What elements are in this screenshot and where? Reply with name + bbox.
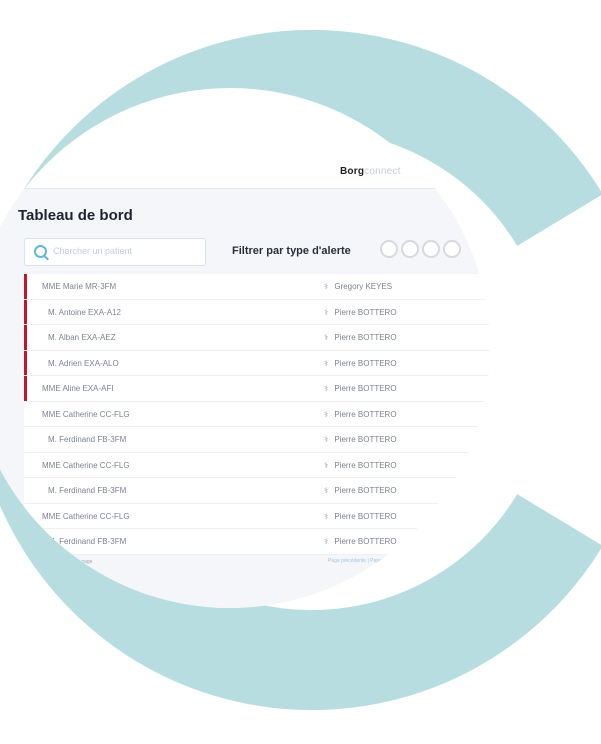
doctor-icon: ⚕ — [324, 333, 329, 342]
doctor-cell: ⚕ Gregory KEYES — [324, 282, 392, 291]
patient-name: MME Catherine CC-FLG — [42, 460, 130, 470]
doctor-icon: ⚕ — [324, 307, 329, 317]
table-row[interactable]: M. Alban EXA-AEZ ⚕ Pierre BOTTERO — [24, 325, 490, 351]
table-row[interactable]: MME Marie MR-3FM ⚕ Gregory KEYES — [24, 274, 490, 300]
patient-name: M. Adrien EXA-ALO — [48, 358, 119, 368]
table-row[interactable]: MME Catherine CC-FLG ⚕ Pierre BOTTERO — [24, 504, 490, 529]
doctor-cell: ⚕ Pierre BOTTERO — [324, 333, 397, 342]
page-title: Tableau de bord — [18, 207, 133, 224]
doctor-cell: ⚕ Pierre BOTTERO — [324, 486, 397, 495]
doctor-cell: ⚕ Pierre BOTTERO — [324, 359, 397, 368]
table-row[interactable]: MME Catherine CC-FLG ⚕ Pierre BOTTERO — [24, 402, 490, 427]
doctor-icon: ⚕ — [324, 486, 329, 495]
doctor-cell: ⚕ Pierre BOTTERO — [324, 384, 397, 393]
doctor-cell: ⚕ Pierre BOTTERO — [324, 308, 397, 317]
doctor-name: Pierre BOTTERO — [334, 307, 397, 317]
patient-name: M. Alban EXA-AEZ — [48, 333, 116, 342]
doctor-icon: ⚕ — [324, 435, 329, 444]
filter-label: Filtrer par type d'alerte — [232, 245, 351, 257]
page-size-select[interactable]: 10 — [38, 558, 50, 566]
patient-name: M. Ferdinand FB-3FM — [48, 435, 127, 444]
brand-name-bold: Borg — [340, 166, 365, 177]
table-row[interactable]: M. Ferdinand FB-3FM ⚕ Pierre BOTTERO — [24, 478, 490, 504]
doctor-name: Pierre BOTTERO — [334, 537, 397, 546]
page-size-control: Voir 10 Élément par page — [26, 558, 92, 566]
table-row[interactable]: M. Antoine EXA-A12 ⚕ Pierre BOTTERO — [24, 299, 490, 325]
doctor-name: Pierre BOTTERO — [334, 384, 397, 393]
doctor-cell: ⚕ Pierre BOTTERO — [324, 410, 397, 419]
table-row[interactable]: M. Ferdinand FB-3FM ⚕ Pierre BOTTERO — [24, 529, 490, 555]
doctor-name: Pierre BOTTERO — [334, 435, 397, 444]
doctor-icon: ⚕ — [324, 460, 329, 470]
screenshot-viewport: Borgconnect Tableau de bord Chercher un … — [0, 88, 490, 608]
app-window: Borgconnect Tableau de bord Chercher un … — [0, 88, 490, 608]
doctor-cell: ⚕ Pierre BOTTERO — [324, 461, 397, 470]
filter-alert-icon-2[interactable] — [401, 240, 419, 258]
page-size-suffix: Élément par page — [52, 559, 93, 565]
doctor-name: Pierre BOTTERO — [334, 460, 397, 470]
filter-alert-icon-4[interactable] — [443, 240, 461, 258]
brand-name-light: connect — [364, 166, 401, 177]
patient-name: MME Aline EXA-AFI — [42, 384, 114, 393]
doctor-name: Pierre BOTTERO — [334, 333, 397, 342]
doctor-icon: ⚕ — [324, 409, 329, 419]
patient-name: MME Marie MR-3FM — [42, 282, 117, 291]
doctor-cell: ⚕ Pierre BOTTERO — [324, 435, 397, 444]
patient-name: M. Ferdinand FB-3FM — [48, 537, 127, 546]
page-size-prefix: Voir — [26, 559, 35, 565]
doctor-name: Pierre BOTTERO — [334, 486, 397, 495]
doctor-icon: ⚕ — [324, 511, 329, 521]
doctor-icon: ⚕ — [324, 537, 329, 546]
table-row[interactable]: MME Aline EXA-AFI ⚕ Pierre BOTTERO — [24, 376, 490, 402]
search-icon — [34, 245, 47, 258]
doctor-icon: ⚕ — [324, 384, 329, 393]
brand-logo: Borgconnect — [340, 166, 401, 177]
filter-alert-icon-1[interactable] — [380, 240, 398, 258]
filter-alert-icon-3[interactable] — [422, 240, 440, 258]
doctor-icon: ⚕ — [324, 358, 329, 368]
patient-name: M. Antoine EXA-A12 — [48, 307, 121, 317]
patient-table: MME Marie MR-3FM ⚕ Gregory KEYES M. Antoine… — [24, 274, 490, 555]
table-row[interactable]: M. Adrien EXA-ALO ⚕ Pierre BOTTERO — [24, 350, 490, 376]
doctor-name: Gregory KEYES — [334, 282, 393, 291]
doctor-icon: ⚕ — [324, 282, 329, 291]
top-bar: Borgconnect — [0, 88, 490, 189]
doctor-name: Pierre BOTTERO — [334, 511, 397, 521]
patient-name: MME Catherine CC-FLG — [42, 511, 130, 521]
table-row[interactable]: MME Catherine CC-FLG ⚕ Pierre BOTTERO — [24, 453, 490, 478]
search-input[interactable]: Chercher un patient — [24, 238, 206, 266]
doctor-cell: ⚕ Pierre BOTTERO — [324, 537, 397, 546]
search-placeholder: Chercher un patient — [53, 246, 133, 256]
doctor-name: Pierre BOTTERO — [334, 409, 397, 419]
patient-name: MME Catherine CC-FLG — [42, 409, 130, 419]
pagination[interactable]: Page précédente | Page suivante — [328, 558, 402, 564]
doctor-name: Pierre BOTTERO — [334, 358, 397, 368]
patient-name: M. Ferdinand FB-3FM — [48, 486, 127, 495]
doctor-cell: ⚕ Pierre BOTTERO — [324, 512, 397, 521]
table-row[interactable]: M. Ferdinand FB-3FM ⚕ Pierre BOTTERO — [24, 427, 490, 453]
